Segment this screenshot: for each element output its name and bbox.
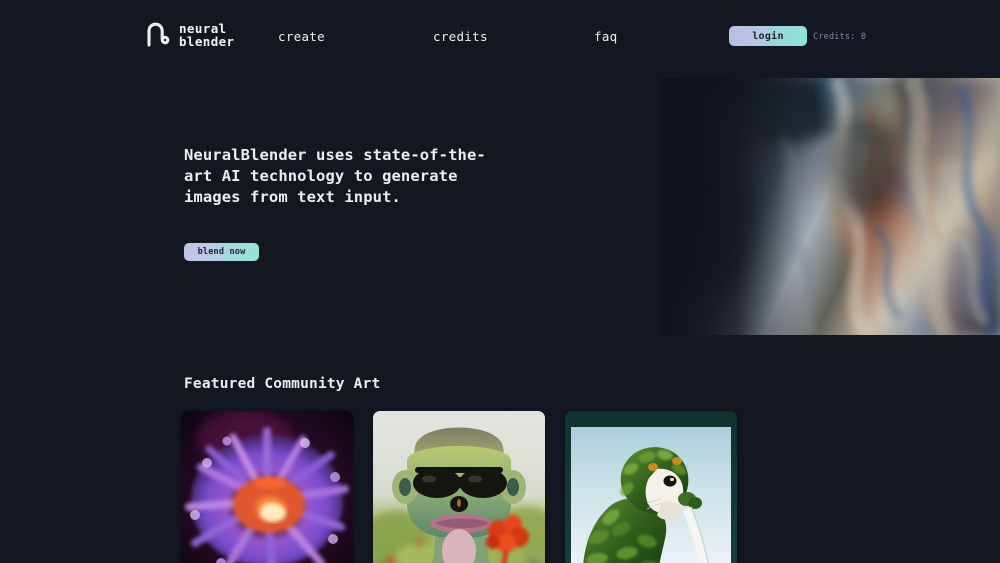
site-header: neural blender create credits faq login … <box>0 0 1000 74</box>
brand-wordmark: neural blender <box>179 22 235 49</box>
hero-headline: NeuralBlender uses state-of-the-art AI t… <box>184 146 486 206</box>
featured-section-title: Featured Community Art <box>184 376 381 392</box>
iridescent-abstract-graphic <box>660 78 1000 335</box>
art-card[interactable] <box>565 411 737 563</box>
art-card[interactable] <box>373 411 545 563</box>
brand-line-2: blender <box>179 33 235 49</box>
art-card[interactable] <box>181 411 353 563</box>
leafy-monkey-artwork-image <box>565 411 737 563</box>
blend-now-button[interactable]: blend now <box>184 243 259 261</box>
hero-copy: NeuralBlender uses state-of-the-art AI t… <box>184 145 514 208</box>
hero-art-image <box>660 78 1000 335</box>
sunglasses-creature-artwork-image <box>373 411 545 563</box>
nav-item-create[interactable]: create <box>278 29 325 44</box>
anemone-artwork-image <box>181 411 353 563</box>
nav-item-faq[interactable]: faq <box>594 29 617 44</box>
nav-item-credits[interactable]: credits <box>433 29 488 44</box>
credits-counter: Credits: 0 <box>813 32 867 42</box>
login-button[interactable]: login <box>729 26 807 46</box>
neural-blender-loop-icon <box>147 22 170 47</box>
brand-logo[interactable]: neural blender <box>146 22 234 49</box>
page-root: neural blender create credits faq login … <box>0 0 1000 563</box>
featured-card-list <box>181 411 737 563</box>
